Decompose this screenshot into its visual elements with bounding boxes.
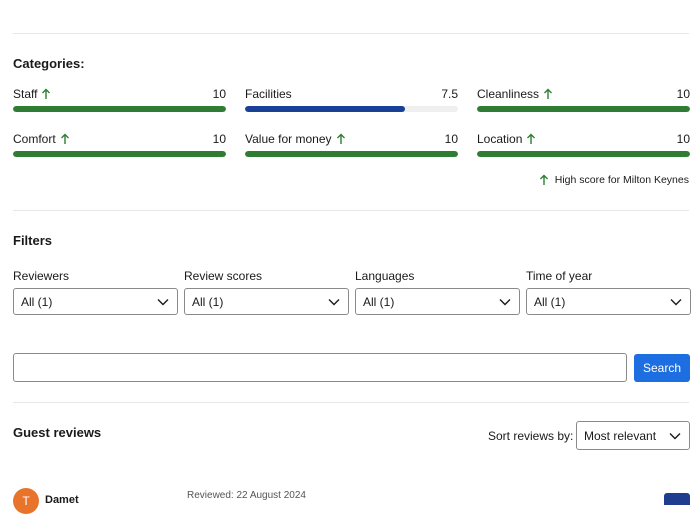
- search-button[interactable]: Search: [634, 354, 690, 382]
- guest-reviews-title: Guest reviews: [13, 425, 102, 440]
- reviewed-date: Reviewed: 22 August 2024: [187, 490, 306, 501]
- languages-select[interactable]: All (1): [355, 288, 520, 315]
- select-value: All (1): [21, 294, 53, 309]
- review-scores-select[interactable]: All (1): [184, 288, 349, 315]
- category-score: 10: [444, 132, 458, 146]
- arrow-up-icon: [60, 133, 69, 144]
- filter-label: Languages: [355, 269, 415, 283]
- category-comfort: Comfort 10: [13, 131, 226, 161]
- category-label: Cleanliness: [477, 87, 540, 101]
- filters-title: Filters: [13, 233, 53, 248]
- category-label: Comfort: [13, 132, 56, 146]
- sort-select[interactable]: Most relevant: [576, 421, 690, 450]
- category-score: 10: [676, 87, 690, 101]
- category-bar-fill: [245, 151, 458, 157]
- time-of-year-select[interactable]: All (1): [526, 288, 691, 315]
- sort-label: Sort reviews by:: [488, 429, 574, 443]
- filter-reviewers: Reviewers All (1): [13, 269, 178, 315]
- category-label: Value for money: [245, 132, 332, 146]
- avatar[interactable]: T: [13, 488, 39, 514]
- category-score: 7.5: [441, 87, 458, 101]
- category-cleanliness: Cleanliness 10: [477, 86, 690, 116]
- chevron-down-icon: [669, 432, 681, 439]
- filter-label: Reviewers: [13, 269, 70, 283]
- category-label: Facilities: [245, 87, 292, 101]
- chevron-down-icon: [328, 298, 340, 305]
- high-score-note: High score for Milton Keynes: [539, 174, 689, 186]
- high-score-text: High score for Milton Keynes: [554, 174, 689, 186]
- category-score: 10: [676, 132, 690, 146]
- category-label: Location: [477, 132, 523, 146]
- top-divider: [13, 33, 689, 34]
- category-bar-fill: [13, 106, 226, 112]
- category-bar: [13, 151, 226, 157]
- category-staff: Staff 10: [13, 86, 226, 116]
- arrow-up-icon: [544, 88, 553, 99]
- filter-languages: Languages All (1): [355, 269, 520, 315]
- category-bar: [13, 106, 226, 112]
- arrow-up-icon: [42, 88, 51, 99]
- search-divider: [13, 402, 689, 403]
- search-input[interactable]: [13, 353, 627, 382]
- category-facilities: Facilities 7.5: [245, 86, 458, 116]
- category-bar-fill: [477, 106, 690, 112]
- category-bar-fill: [245, 106, 405, 112]
- reviewer-name: Damet: [45, 494, 79, 506]
- chevron-down-icon: [157, 298, 169, 305]
- category-bar-fill: [477, 151, 690, 157]
- category-bar: [245, 151, 458, 157]
- category-score: 10: [212, 132, 226, 146]
- filter-review-scores: Review scores All (1): [184, 269, 349, 315]
- filter-time-of-year: Time of year All (1): [526, 269, 691, 315]
- review-action-button[interactable]: [664, 493, 690, 505]
- chevron-down-icon: [670, 298, 682, 305]
- select-value: All (1): [534, 294, 566, 309]
- chevron-down-icon: [499, 298, 511, 305]
- categories-divider: [13, 210, 689, 211]
- category-bar: [477, 106, 690, 112]
- filter-label: Review scores: [184, 269, 263, 283]
- reviewers-select[interactable]: All (1): [13, 288, 178, 315]
- categories-title: Categories:: [13, 56, 85, 71]
- category-bar: [477, 151, 690, 157]
- category-bar-fill: [13, 151, 226, 157]
- select-value: All (1): [363, 294, 395, 309]
- filter-label: Time of year: [526, 269, 593, 283]
- select-value: All (1): [192, 294, 224, 309]
- category-score: 10: [212, 87, 226, 101]
- sort-value: Most relevant: [584, 428, 657, 443]
- arrow-up-icon: [336, 133, 345, 144]
- category-label: Staff: [13, 87, 38, 101]
- category-value-for-money: Value for money 10: [245, 131, 458, 161]
- category-location: Location 10: [477, 131, 690, 161]
- arrow-up-icon: [527, 133, 536, 144]
- category-bar: [245, 106, 458, 112]
- arrow-up-icon: [539, 174, 548, 185]
